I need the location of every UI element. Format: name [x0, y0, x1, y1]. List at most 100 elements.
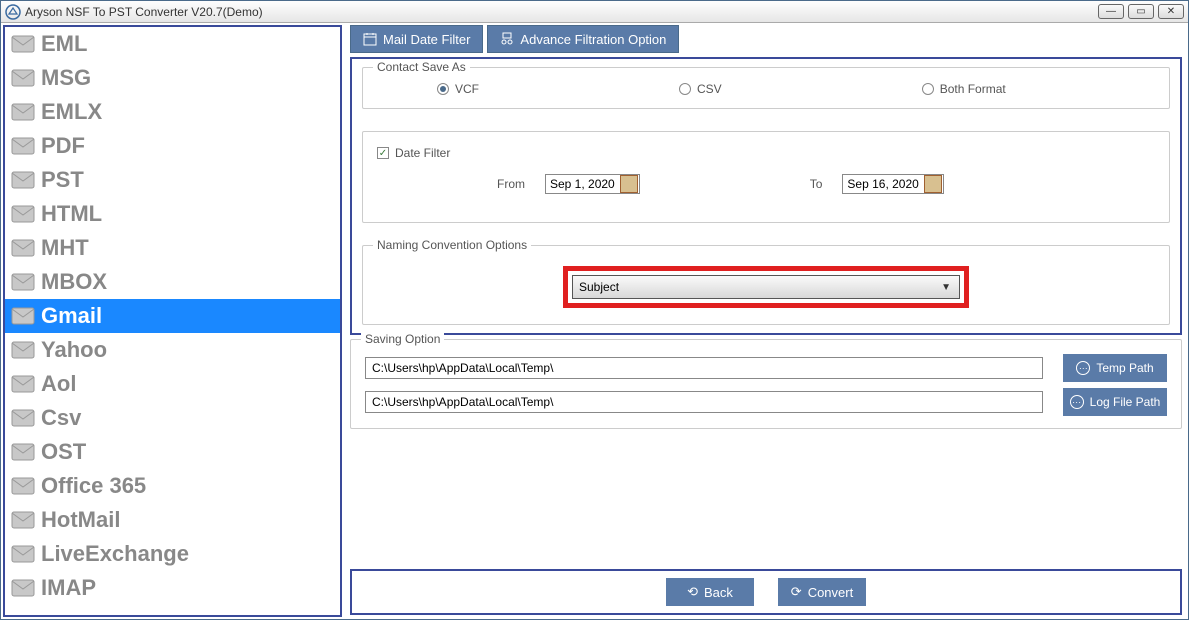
sidebar-item-label: IMAP: [41, 575, 96, 601]
sidebar-item-emlx[interactable]: EMLX: [5, 95, 340, 129]
calendar-picker-icon[interactable]: [620, 175, 638, 193]
sidebar-item-label: Aol: [41, 371, 76, 397]
sidebar-item-hotmail[interactable]: HotMail: [5, 503, 340, 537]
checkbox-label: Date Filter: [395, 146, 450, 160]
app-icon: [5, 4, 21, 20]
to-label: To: [810, 177, 823, 191]
tab-label: Advance Filtration Option: [520, 32, 666, 47]
maximize-button[interactable]: ▭: [1128, 4, 1154, 19]
log-file-path-button[interactable]: ··· Log File Path: [1063, 388, 1167, 416]
back-arrow-icon: ⟲: [687, 584, 698, 600]
sidebar-item-label: MHT: [41, 235, 89, 261]
from-date-value: Sep 1, 2020: [546, 177, 619, 191]
sidebar-item-label: MSG: [41, 65, 91, 91]
temp-path-button[interactable]: ··· Temp Path: [1063, 354, 1167, 382]
date-filter-checkbox[interactable]: ✓ Date Filter: [377, 146, 1155, 160]
radio-both-format[interactable]: Both Format: [922, 82, 1006, 96]
aol-icon: [11, 373, 35, 395]
sidebar-item-label: OST: [41, 439, 86, 465]
sidebar-item-label: PST: [41, 167, 84, 193]
radio-label: VCF: [455, 82, 479, 96]
sidebar-item-mbox[interactable]: MBOX: [5, 265, 340, 299]
radio-label: CSV: [697, 82, 722, 96]
sidebar-item-eml[interactable]: EML: [5, 27, 340, 61]
ost-icon: [11, 441, 35, 463]
back-button[interactable]: ⟲ Back: [666, 578, 754, 606]
sidebar-item-liveexchange[interactable]: LiveExchange: [5, 537, 340, 571]
pdf-icon: [11, 135, 35, 157]
sidebar-item-label: LiveExchange: [41, 541, 189, 567]
to-date-field[interactable]: Sep 16, 2020: [842, 174, 943, 194]
sidebar-item-gmail[interactable]: Gmail: [5, 299, 340, 333]
html-icon: [11, 203, 35, 225]
msg-icon: [11, 67, 35, 89]
sidebar-item-imap[interactable]: IMAP: [5, 571, 340, 605]
csv-icon: [11, 407, 35, 429]
naming-convention-dropdown[interactable]: Subject: [572, 275, 960, 299]
group-title: Naming Convention Options: [373, 238, 531, 252]
sidebar-item-label: EML: [41, 31, 87, 57]
radio-vcf[interactable]: VCF: [437, 82, 479, 96]
sidebar-item-label: Gmail: [41, 303, 102, 329]
radio-csv[interactable]: CSV: [679, 82, 722, 96]
calendar-picker-icon[interactable]: [924, 175, 942, 193]
sidebar-item-csv[interactable]: Csv: [5, 401, 340, 435]
group-title: Contact Save As: [373, 60, 470, 74]
group-title: Saving Option: [361, 332, 444, 346]
sidebar-item-ost[interactable]: OST: [5, 435, 340, 469]
imap-icon: [11, 577, 35, 599]
sidebar-item-html[interactable]: HTML: [5, 197, 340, 231]
office365-icon: [11, 475, 35, 497]
to-date-value: Sep 16, 2020: [843, 177, 922, 191]
pst-icon: [11, 169, 35, 191]
gmail-icon: [11, 305, 35, 327]
sidebar-item-yahoo[interactable]: Yahoo: [5, 333, 340, 367]
sidebar-item-mht[interactable]: MHT: [5, 231, 340, 265]
convert-icon: ⟳: [791, 584, 802, 600]
window-title: Aryson NSF To PST Converter V20.7(Demo): [25, 5, 263, 19]
sidebar-item-label: EMLX: [41, 99, 102, 125]
ellipsis-icon: ···: [1070, 395, 1084, 409]
sidebar-item-label: HTML: [41, 201, 102, 227]
dropdown-value: Subject: [579, 280, 619, 294]
button-label: Temp Path: [1096, 361, 1153, 375]
mht-icon: [11, 237, 35, 259]
sidebar-item-label: Yahoo: [41, 337, 107, 363]
button-label: Convert: [808, 585, 854, 600]
from-label: From: [497, 177, 525, 191]
close-button[interactable]: ✕: [1158, 4, 1184, 19]
contact-save-group: Contact Save As VCF CSV Both Format: [362, 67, 1170, 109]
from-date-field[interactable]: Sep 1, 2020: [545, 174, 640, 194]
sidebar-item-msg[interactable]: MSG: [5, 61, 340, 95]
button-label: Log File Path: [1090, 395, 1161, 409]
filter-icon: [500, 32, 514, 46]
sidebar-item-aol[interactable]: Aol: [5, 367, 340, 401]
date-filter-group: ✓ Date Filter From Sep 1, 2020 To Sep 16…: [362, 131, 1170, 223]
emlx-icon: [11, 101, 35, 123]
sidebar-item-office365[interactable]: Office 365: [5, 469, 340, 503]
tab-label: Mail Date Filter: [383, 32, 470, 47]
sidebar-item-pdf[interactable]: PDF: [5, 129, 340, 163]
tab-mail-date-filter[interactable]: Mail Date Filter: [350, 25, 483, 53]
button-label: Back: [704, 585, 733, 600]
saving-option-group: Saving Option ··· Temp Path ··· Log File…: [350, 339, 1182, 429]
temp-path-input[interactable]: [365, 357, 1043, 379]
log-path-input[interactable]: [365, 391, 1043, 413]
sidebar-item-pst[interactable]: PST: [5, 163, 340, 197]
sidebar-item-label: Office 365: [41, 473, 146, 499]
yahoo-icon: [11, 339, 35, 361]
main-panel: Contact Save As VCF CSV Both Format: [350, 57, 1182, 335]
minimize-button[interactable]: —: [1098, 4, 1124, 19]
mbox-icon: [11, 271, 35, 293]
hotmail-icon: [11, 509, 35, 531]
sidebar-item-label: Csv: [41, 405, 81, 431]
convert-button[interactable]: ⟳ Convert: [778, 578, 866, 606]
sidebar-item-label: PDF: [41, 133, 85, 159]
title-bar: Aryson NSF To PST Converter V20.7(Demo) …: [1, 1, 1188, 23]
liveexchange-icon: [11, 543, 35, 565]
eml-icon: [11, 33, 35, 55]
tab-advance-filtration[interactable]: Advance Filtration Option: [487, 25, 679, 53]
footer-bar: ⟲ Back ⟳ Convert: [350, 569, 1182, 615]
highlight-box: Subject: [563, 266, 969, 308]
sidebar-item-label: MBOX: [41, 269, 107, 295]
